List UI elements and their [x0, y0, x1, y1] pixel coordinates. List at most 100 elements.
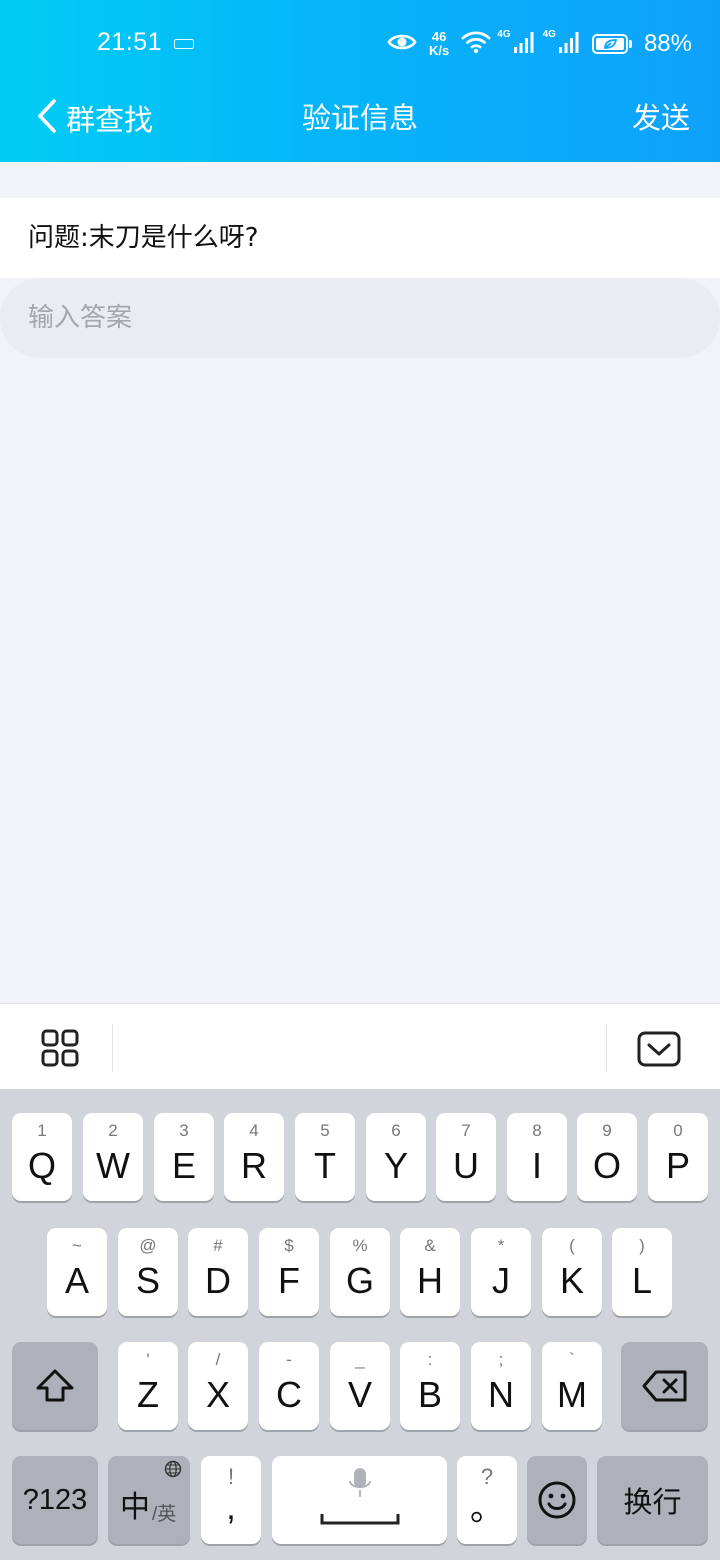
key-label: S	[135, 1260, 160, 1301]
key-a[interactable]: ~ A	[47, 1228, 107, 1316]
key-e[interactable]: 3E	[154, 1113, 214, 1201]
backspace-icon	[621, 1342, 708, 1430]
key-o[interactable]: 9O	[577, 1113, 637, 1201]
key-label: U	[453, 1145, 479, 1186]
key-q[interactable]: 1Q	[12, 1113, 72, 1201]
key-i[interactable]: 8I	[507, 1113, 567, 1201]
key-hint: ;	[498, 1350, 504, 1369]
key-b[interactable]: :B	[400, 1342, 460, 1430]
key-f[interactable]: $ F	[259, 1228, 319, 1316]
lang-main-label: 中	[120, 1491, 150, 1524]
delete-key[interactable]	[621, 1342, 708, 1430]
key-hint: 3	[179, 1121, 189, 1140]
answer-input[interactable]: 输入答案	[0, 278, 720, 358]
key-hint: 2	[108, 1121, 118, 1140]
keyboard: 1Q 2W 3E 4R 5T 6Y 7U 8I 9O 0P ~ A @ S # D $…	[0, 1089, 720, 1560]
key-label: ,	[226, 1489, 236, 1527]
signal-icon	[513, 30, 537, 59]
nav-bar: 群查找 验证信息 发送	[0, 90, 720, 146]
shift-key[interactable]	[12, 1342, 98, 1430]
question-text: 问题:末刀是什么呀?	[0, 198, 720, 278]
space-key[interactable]	[272, 1456, 447, 1544]
comma-key[interactable]: ! ,	[201, 1456, 261, 1544]
key-hint: 9	[602, 1121, 612, 1140]
key-label: H	[417, 1260, 443, 1301]
microphone-icon	[348, 1466, 372, 1505]
key-u[interactable]: 7U	[436, 1113, 496, 1201]
period-key[interactable]: ? 。	[457, 1456, 517, 1544]
key-s[interactable]: @ S	[118, 1228, 178, 1316]
emoji-key[interactable]	[527, 1456, 587, 1544]
key-hint: /	[215, 1350, 221, 1369]
shift-icon	[12, 1342, 98, 1430]
key-hint: ~	[72, 1236, 82, 1255]
key-hint: '	[146, 1350, 150, 1369]
key-j[interactable]: * J	[471, 1228, 531, 1316]
net-speed: 46 K/s	[429, 30, 449, 58]
toolbar-divider	[112, 1024, 113, 1072]
key-x[interactable]: / X	[188, 1342, 248, 1430]
key-hint: _	[355, 1350, 365, 1369]
lang-sub-label: /英	[152, 1504, 177, 1525]
keyboard-status-icon	[174, 39, 194, 49]
status-bar: 21:51 46 K/s 4G 4G 88%	[0, 0, 720, 90]
key-k[interactable]: (K	[542, 1228, 602, 1316]
key-label: Y	[383, 1145, 408, 1186]
send-button[interactable]: 发送	[632, 90, 690, 146]
key-label: G	[345, 1260, 374, 1301]
key-hint: &	[424, 1236, 436, 1255]
eye-icon	[387, 31, 417, 58]
back-label: 群查找	[66, 103, 154, 137]
key-label: X	[205, 1374, 230, 1415]
key-label: P	[665, 1145, 690, 1186]
key-v[interactable]: _ V	[330, 1342, 390, 1430]
key-r[interactable]: 4R	[224, 1113, 284, 1201]
key-t[interactable]: 5T	[295, 1113, 355, 1201]
key-label: I	[531, 1145, 542, 1186]
symbols-key[interactable]: ?123	[12, 1456, 98, 1544]
language-switch-key[interactable]: 中 /英	[108, 1456, 190, 1544]
key-label: B	[417, 1374, 442, 1415]
key-y[interactable]: 6Y	[366, 1113, 426, 1201]
key-hint: 5	[320, 1121, 330, 1140]
chevron-left-icon	[36, 98, 58, 138]
key-m[interactable]: ` M	[542, 1342, 602, 1430]
globe-icon	[164, 1460, 182, 1483]
toolbar-divider	[606, 1024, 607, 1072]
key-z[interactable]: ' Z	[118, 1342, 178, 1430]
grid-icon[interactable]	[38, 1026, 82, 1074]
key-hint: *	[497, 1236, 505, 1255]
key-hint: :	[427, 1350, 433, 1369]
key-c[interactable]: -C	[259, 1342, 319, 1430]
key-hint: 7	[461, 1121, 471, 1140]
key-g[interactable]: % G	[330, 1228, 390, 1316]
key-hint: )	[639, 1236, 645, 1255]
battery-percent: 88%	[643, 30, 692, 57]
key-hint: 1	[37, 1121, 47, 1140]
key-label: R	[241, 1145, 267, 1186]
key-label: Z	[137, 1374, 159, 1415]
key-label: L	[631, 1260, 653, 1301]
key-n[interactable]: ; N	[471, 1342, 531, 1430]
key-label: J	[492, 1260, 510, 1301]
status-time: 21:51	[97, 28, 163, 56]
space-bar-icon	[320, 1512, 400, 1531]
key-hint: -	[286, 1350, 292, 1369]
key-w[interactable]: 2W	[83, 1113, 143, 1201]
key-label: D	[205, 1260, 231, 1301]
key-label: O	[592, 1145, 621, 1186]
key-p[interactable]: 0P	[648, 1113, 708, 1201]
keyboard-hide-icon[interactable]	[636, 1030, 682, 1072]
key-hint: @	[139, 1236, 157, 1255]
enter-key[interactable]: 换行	[597, 1456, 708, 1544]
sim1-network-label: 4G	[497, 28, 511, 40]
key-h[interactable]: & H	[400, 1228, 460, 1316]
back-button[interactable]: 群查找	[36, 90, 153, 146]
key-label: A	[64, 1260, 89, 1301]
key-label: E	[171, 1145, 196, 1186]
key-d[interactable]: # D	[188, 1228, 248, 1316]
header: 21:51 46 K/s 4G 4G 88% 群查找 验证信息 发送	[0, 0, 720, 162]
sim2-network-label: 4G	[542, 28, 556, 40]
key-label: Q	[27, 1145, 56, 1186]
key-l[interactable]: ) L	[612, 1228, 672, 1316]
